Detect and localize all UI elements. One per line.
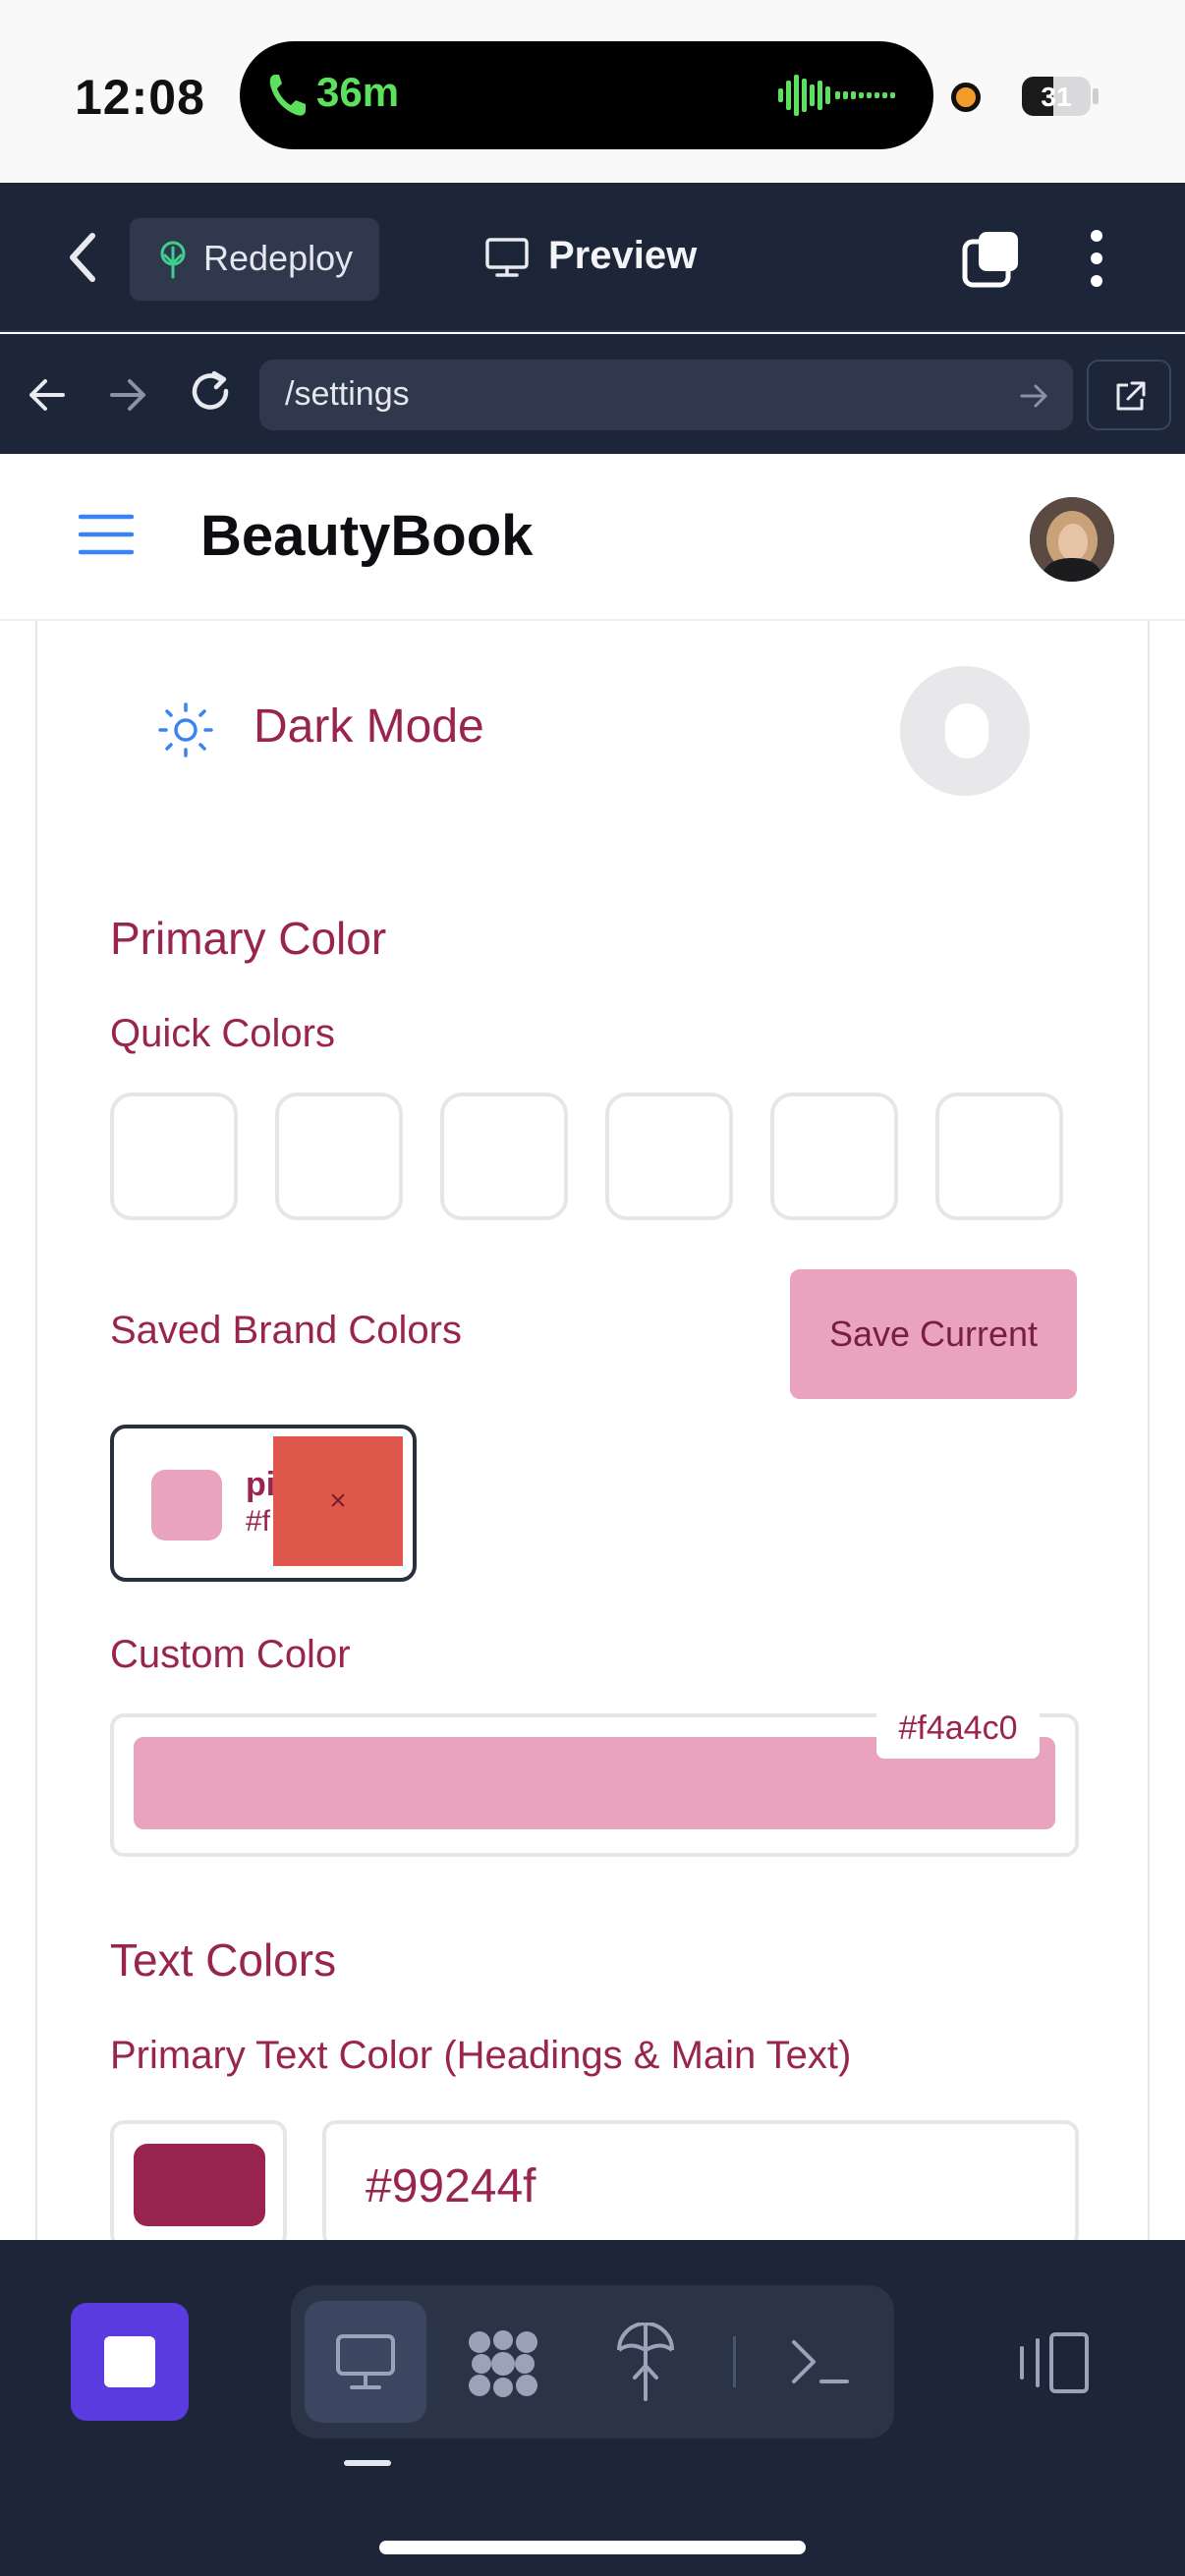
settings-card: Dark Mode Primary Color Quick Colors Sav… xyxy=(35,621,1150,2248)
preview-label[interactable]: Preview xyxy=(548,234,697,278)
view-switcher xyxy=(291,2285,894,2438)
open-external-button[interactable] xyxy=(1087,360,1171,430)
dynamic-island[interactable]: 36m xyxy=(240,41,933,149)
save-current-button[interactable]: Save Current xyxy=(790,1269,1077,1399)
url-text: /settings xyxy=(285,375,410,413)
split-view-icon[interactable] xyxy=(1018,2330,1091,2395)
back-chevron-icon[interactable] xyxy=(63,230,102,285)
saved-color-hex: #f xyxy=(246,1505,271,1538)
primary-text-color-input[interactable]: #99244f xyxy=(322,2120,1079,2248)
avatar-photo xyxy=(1030,497,1114,582)
terminal-icon[interactable] xyxy=(790,2336,851,2387)
external-link-icon xyxy=(1116,381,1146,411)
text-colors-heading: Text Colors xyxy=(110,1934,337,1986)
desktop-preview-icon xyxy=(485,238,529,277)
quick-color-swatch[interactable] xyxy=(110,1092,238,1220)
site-header: BeautyBook xyxy=(0,454,1185,621)
tab-desktop[interactable] xyxy=(305,2301,426,2423)
battery-cap xyxy=(1093,88,1099,104)
primary-color-heading: Primary Color xyxy=(110,913,387,964)
delete-saved-color-button[interactable]: × xyxy=(273,1436,403,1566)
toggle-knob xyxy=(945,703,988,758)
hamburger-menu-icon[interactable] xyxy=(79,511,134,558)
tabs-switcher-icon[interactable] xyxy=(959,228,1022,291)
custom-color-hex: #f4a4c0 xyxy=(876,1700,1040,1759)
go-arrow-icon[interactable] xyxy=(1018,381,1049,411)
quick-colors-label: Quick Colors xyxy=(110,1012,335,1055)
active-tab-indicator xyxy=(344,2460,391,2466)
status-time: 12:08 xyxy=(75,70,205,125)
saved-color-chip[interactable]: pi #f × xyxy=(110,1425,417,1582)
redeploy-button[interactable]: Redeploy xyxy=(130,218,379,301)
home-indicator[interactable] xyxy=(379,2541,806,2554)
primary-text-color-picker[interactable] xyxy=(110,2120,287,2248)
browser-url-bar: /settings xyxy=(0,334,1185,454)
dark-mode-toggle[interactable] xyxy=(900,666,1030,796)
quick-color-swatch[interactable] xyxy=(605,1092,733,1220)
recording-dot-icon xyxy=(951,83,981,112)
primary-text-color-label: Primary Text Color (Headings & Main Text… xyxy=(110,2034,852,2077)
deploy-tab-icon[interactable] xyxy=(615,2323,676,2403)
stop-button[interactable] xyxy=(71,2303,189,2421)
app-header: Redeploy Preview xyxy=(0,183,1185,332)
primary-text-color-value: #99244f xyxy=(366,2160,536,2212)
sun-icon xyxy=(158,702,213,757)
saved-color-swatch xyxy=(151,1470,222,1540)
custom-color-label: Custom Color xyxy=(110,1633,351,1676)
nav-forward-icon[interactable] xyxy=(106,373,149,417)
status-bar: 12:08 36m 31 xyxy=(0,0,1185,183)
desktop-icon xyxy=(336,2334,395,2389)
audio-waveform-icon xyxy=(778,75,895,116)
user-avatar[interactable] xyxy=(1030,497,1114,582)
battery-level: 31 xyxy=(1041,82,1072,112)
quick-color-swatch[interactable] xyxy=(440,1092,568,1220)
grid-icon[interactable] xyxy=(466,2328,540,2399)
saved-brand-colors-label: Saved Brand Colors xyxy=(110,1309,462,1352)
quick-color-swatch[interactable] xyxy=(770,1092,898,1220)
more-vertical-icon[interactable] xyxy=(1081,226,1112,291)
bottom-toolbar xyxy=(0,2240,1185,2576)
saved-color-name: pi xyxy=(246,1466,276,1503)
url-input[interactable]: /settings xyxy=(259,360,1073,430)
call-duration: 36m xyxy=(316,69,400,115)
deploy-icon xyxy=(160,241,186,279)
primary-text-color-swatch xyxy=(134,2144,265,2226)
battery-icon: 31 xyxy=(1022,77,1091,116)
toolbar-divider xyxy=(733,2336,736,2387)
quick-color-swatch[interactable] xyxy=(275,1092,403,1220)
phone-icon xyxy=(269,75,306,116)
site-brand[interactable]: BeautyBook xyxy=(200,503,533,569)
stop-icon xyxy=(104,2336,155,2387)
quick-color-swatch[interactable] xyxy=(935,1092,1063,1220)
dark-mode-label: Dark Mode xyxy=(254,700,484,753)
reload-icon[interactable] xyxy=(187,369,236,419)
nav-back-icon[interactable] xyxy=(26,373,69,417)
redeploy-label: Redeploy xyxy=(203,238,354,278)
